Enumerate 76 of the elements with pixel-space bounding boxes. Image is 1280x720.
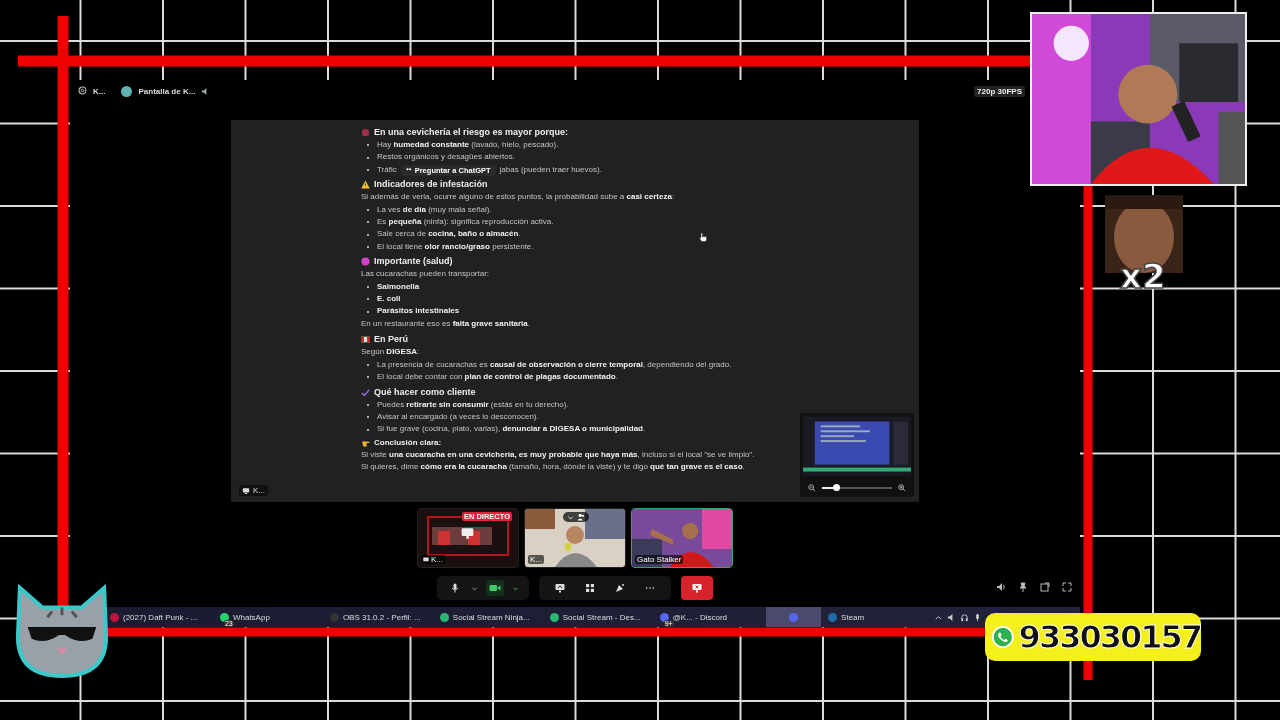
quote-icon: [405, 167, 412, 173]
pointing-hand-icon: [361, 438, 370, 448]
paragraph: Si además de verla, ocurre alguno de estos puntos, la probabilidad sube a casi certeza:: [361, 191, 675, 204]
paragraph: Si viste una cucaracha en una cevichería, es muy probable que haya más, incluso si el local "se ve limpio".: [361, 448, 755, 461]
app-icon: [219, 612, 229, 622]
fullscreen-icon[interactable]: [1062, 582, 1072, 592]
taskbar-item[interactable]: Steam: [824, 610, 932, 624]
list-item: Tráfic: [377, 163, 397, 176]
people-icon: [577, 513, 585, 521]
warning-icon: [361, 180, 370, 190]
headset-icon[interactable]: [960, 612, 970, 622]
avatar-icon: [121, 85, 133, 97]
taskbar-item[interactable]: Social Stream - Des...: [545, 610, 653, 624]
multiplier-text: x2: [1120, 256, 1166, 296]
app-icon: [439, 612, 449, 622]
paragraph: Si quieres, dime cómo era la cucaracha (tamaño, hora, dónde la viste) y te digo qué tan grave es el caso.: [361, 461, 745, 474]
section-heading: Importante (salud): [374, 255, 453, 269]
zoom-out-icon[interactable]: [808, 484, 816, 492]
flag-icon: [361, 335, 370, 345]
section-heading: Indicadores de infestación: [374, 178, 488, 192]
paragraph: En un restaurante eso es falta grave sanitaria.: [361, 317, 530, 330]
section-heading: Qué hacer como cliente: [374, 385, 476, 399]
list-item: Puedes retirarte sin consumir (estás en tu derecho).: [377, 398, 569, 411]
streamer-name: K...: [253, 486, 265, 495]
list-item: E. coli: [377, 293, 401, 306]
mention-icon: [78, 85, 87, 97]
alarm-icon: [361, 128, 370, 137]
list-item: jabas (pueden traer huevos).: [499, 163, 602, 176]
circle-icon: [361, 257, 370, 267]
participant-name: K...: [528, 555, 544, 564]
screen-icon: [461, 527, 474, 540]
camera-icon: [489, 583, 501, 593]
participant-name: Gato Stalker: [635, 555, 684, 564]
list-item: El local tiene olor rancio/graso persistente.: [377, 240, 534, 253]
list-item: Avisar al encargado (a veces lo desconocen).: [377, 410, 539, 423]
participant-name: K...: [421, 555, 445, 564]
volume-icon[interactable]: [996, 582, 1006, 592]
list-item: Sale cerca de cocina, baño o almacén.: [377, 228, 521, 241]
list-item: Hay humedad constante (lavado, hielo, pescado).: [377, 139, 559, 151]
options-pill[interactable]: [563, 512, 589, 522]
zoom-in-icon[interactable]: [898, 484, 906, 492]
app-icon: [549, 612, 559, 622]
screen-icon: [423, 556, 429, 563]
list-item: Salmonella: [377, 280, 420, 293]
user-name: K...: [93, 86, 106, 96]
paragraph: Según DIGESA:: [361, 346, 420, 359]
list-item: Parásitos intestinales: [377, 305, 460, 318]
check-icon: [361, 387, 370, 397]
section-heading: En Perú: [374, 333, 408, 347]
popout-icon[interactable]: [1040, 582, 1050, 592]
phone-number: 933030157: [1018, 618, 1201, 656]
pin-icon[interactable]: [1018, 582, 1028, 592]
taskbar-item[interactable]: Social Stream Ninja...: [435, 610, 543, 624]
quality-badge: 720p 30FPS: [974, 85, 1025, 97]
screen-close-icon: [692, 583, 702, 593]
list-item: La presencia de cucarachas es causal de observación o cierre temporal, dependiendo del grado.: [377, 358, 732, 371]
camera-button[interactable]: [486, 580, 504, 596]
microphone-icon: [450, 583, 460, 593]
list-item: Si fue grave (cocina, plato, varias), denunciar a DIGESA o municipalidad.: [377, 423, 646, 436]
disconnect-button[interactable]: [681, 576, 713, 600]
section-heading: En una cevichería el riesgo es mayor porque:: [374, 126, 569, 139]
participant-tile[interactable]: K...: [524, 508, 626, 568]
paragraph: Las cucarachas pueden transportar:: [361, 268, 490, 281]
stream-title: Pantalla de K...: [138, 86, 196, 96]
app-icon: [110, 612, 119, 622]
app-icon: [828, 612, 838, 622]
section-heading: Conclusión clara:: [374, 436, 442, 449]
hand-cursor-icon: [698, 232, 708, 242]
list-item: Es pequeña (ninfa): significa reproducción activa.: [377, 216, 554, 229]
app-icon: [788, 612, 798, 622]
list-item: El local debe contar con plan de control de plagas documentado.: [377, 371, 618, 384]
screen-icon: [242, 486, 250, 495]
list-item: Restos orgánicos y desagües abiertos.: [377, 151, 515, 164]
participant-tile[interactable]: Gato Stalker: [631, 508, 733, 568]
taskbar-item[interactable]: OBS 31.0.2 - Perfil: ...: [325, 610, 433, 624]
list-item: La ves de día (muy mala señal).: [377, 203, 492, 216]
